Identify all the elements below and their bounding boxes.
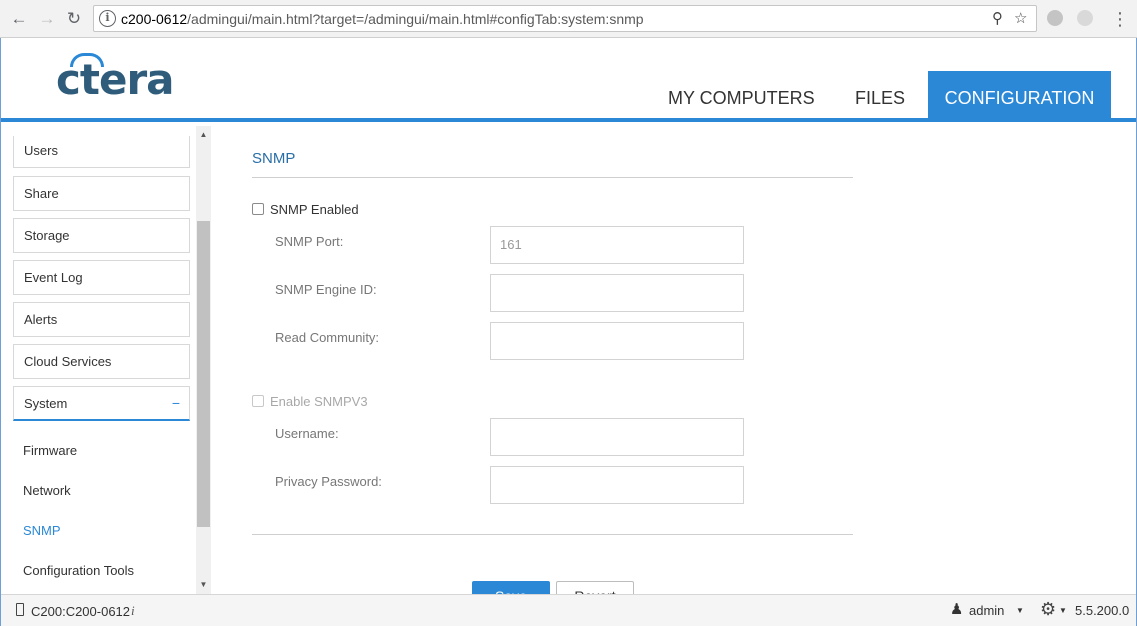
sidebar-item-label: System [24, 396, 68, 411]
snmp-port-label: SNMP Port: [275, 234, 344, 249]
enable-snmpv3-label: Enable SNMPV3 [270, 394, 368, 409]
sidebar-item-system[interactable]: System − [13, 386, 190, 421]
privacy-password-label: Privacy Password: [275, 474, 382, 489]
scroll-down-icon[interactable]: ▼ [196, 580, 211, 589]
scroll-up-icon[interactable]: ▲ [196, 130, 211, 139]
snmp-enabled-checkbox[interactable] [252, 203, 264, 215]
site-info-icon[interactable]: i [99, 10, 116, 27]
sidebar-subitem-configuration-tools[interactable]: Configuration Tools [23, 563, 134, 578]
username-field[interactable] [490, 418, 744, 456]
sidebar-item-users[interactable]: Users [13, 136, 190, 168]
sidebar-scrollbar[interactable]: ▲ ▼ [196, 126, 211, 594]
sidebar-item-share[interactable]: Share [13, 176, 190, 211]
snmp-port-field[interactable]: 161 [490, 226, 744, 264]
read-community-field[interactable] [490, 322, 744, 360]
forward-icon[interactable]: → [36, 8, 58, 30]
engine-id-label: SNMP Engine ID: [275, 282, 377, 297]
back-icon[interactable]: ← [8, 8, 30, 30]
tab-configuration[interactable]: CONFIGURATION [928, 71, 1111, 122]
gear-icon[interactable]: ⚙ [1040, 599, 1056, 620]
sidebar-item-cloud-services[interactable]: Cloud Services [13, 344, 190, 379]
page-title: SNMP [252, 150, 296, 167]
privacy-password-field[interactable] [490, 466, 744, 504]
extension-icon[interactable] [1047, 10, 1063, 26]
username-label: Username: [275, 426, 339, 441]
chevron-down-icon[interactable]: ▼ [1059, 606, 1067, 615]
key-icon[interactable]: ⚲ [992, 9, 1003, 27]
snmp-enabled-label[interactable]: SNMP Enabled [270, 202, 359, 217]
device-icon [16, 603, 24, 616]
sidebar-item-alerts[interactable]: Alerts [13, 302, 190, 337]
divider [252, 534, 853, 535]
app-window: ctera MY COMPUTERS FILES CONFIGURATION U… [0, 38, 1137, 626]
sidebar-subitem-snmp[interactable]: SNMP [23, 523, 61, 538]
engine-id-field[interactable] [490, 274, 744, 312]
user-icon: ♟ [950, 601, 964, 618]
sidebar-subitem-firmware[interactable]: Firmware [23, 443, 77, 458]
user-menu[interactable]: admin [969, 603, 1004, 618]
extension-cloud-icon[interactable] [1077, 10, 1093, 26]
sidebar-subitem-network[interactable]: Network [23, 483, 71, 498]
version-label: 5.5.200.0 [1075, 603, 1130, 618]
collapse-icon[interactable]: − [172, 387, 180, 420]
url-path: /admingui/main.html?target=/admingui/mai… [187, 11, 644, 27]
device-name: C200:C200-0612 [31, 604, 131, 619]
enable-snmpv3-checkbox[interactable] [252, 395, 264, 407]
tab-files[interactable]: FILES [855, 88, 905, 109]
info-icon[interactable]: i [131, 603, 135, 619]
app-header: ctera MY COMPUTERS FILES CONFIGURATION [1, 38, 1136, 122]
address-bar[interactable]: i c200-0612/admingui/main.html?target=/a… [93, 5, 1037, 32]
chevron-down-icon[interactable]: ▼ [1016, 606, 1024, 615]
ctera-logo[interactable]: ctera [56, 53, 175, 104]
browser-toolbar: ← → ↻ i c200-0612/admingui/main.html?tar… [0, 0, 1137, 38]
divider [252, 177, 853, 178]
browser-menu-icon[interactable]: ⋮ [1111, 7, 1129, 31]
sidebar-item-event-log[interactable]: Event Log [13, 260, 190, 295]
read-community-label: Read Community: [275, 330, 380, 345]
sidebar-item-storage[interactable]: Storage [13, 218, 190, 253]
reload-icon[interactable]: ↻ [63, 8, 85, 30]
tab-my-computers[interactable]: MY COMPUTERS [668, 88, 815, 109]
sidebar: Users Share Storage Event Log Alerts Clo… [1, 126, 212, 594]
scrollbar-thumb[interactable] [197, 221, 210, 527]
url-host: c200-0612 [121, 11, 188, 27]
url-text[interactable]: c200-0612/admingui/main.html?target=/adm… [121, 11, 644, 27]
bookmark-star-icon[interactable]: ☆ [1014, 9, 1027, 27]
status-bar: C200:C200-0612 i ♟ admin ▼ ⚙ ▼ 5.5.200.0 [1, 594, 1136, 626]
